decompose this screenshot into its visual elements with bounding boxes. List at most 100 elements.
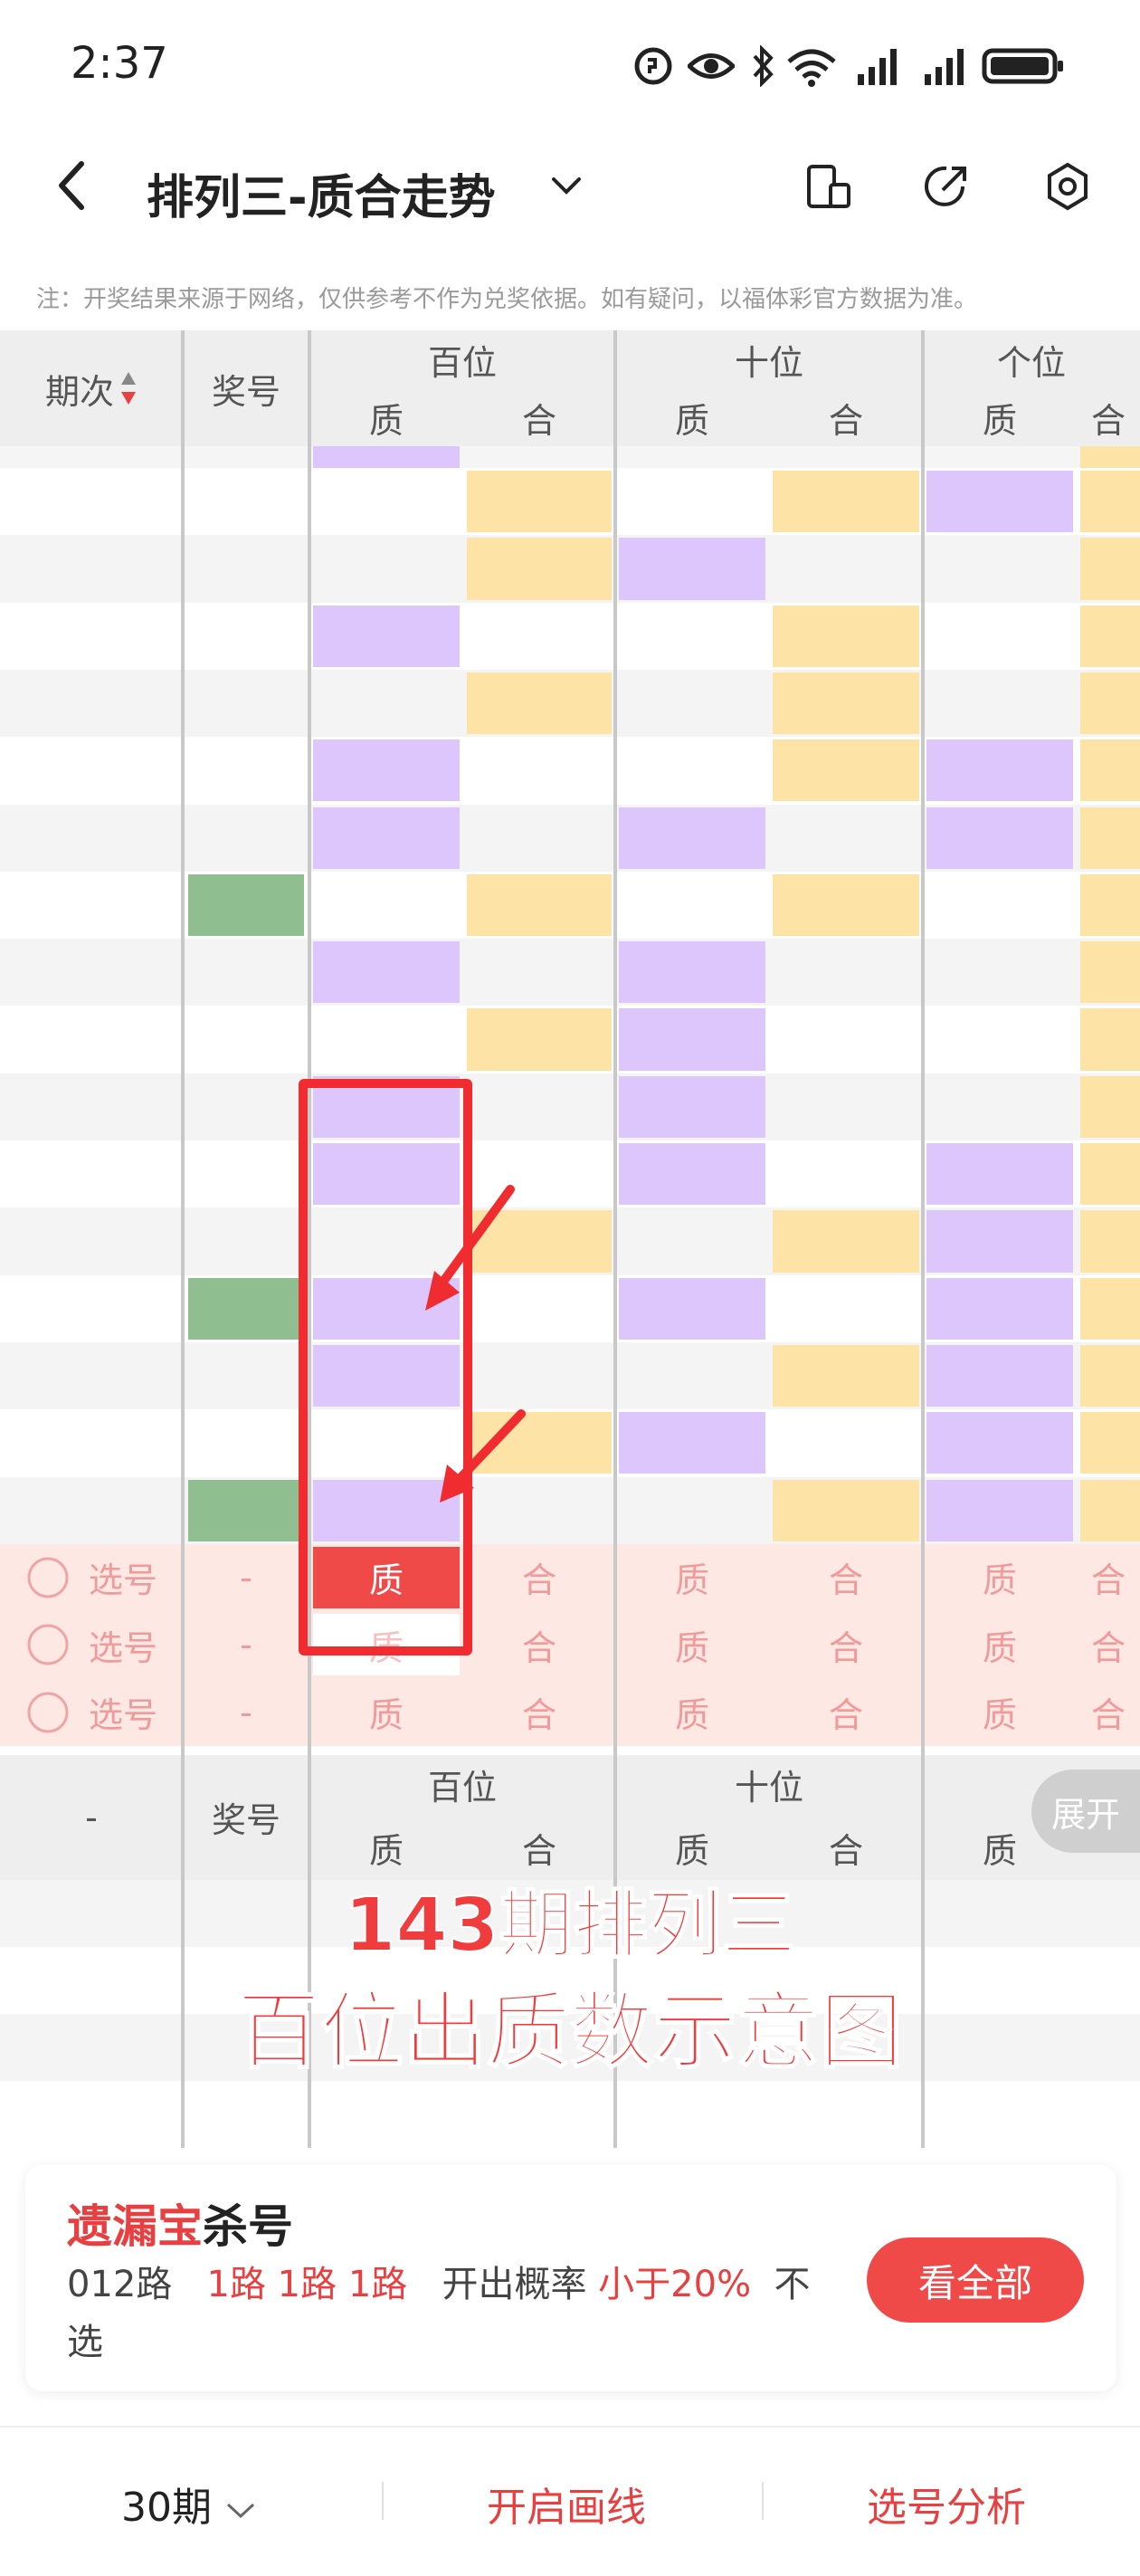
header-period[interactable]: 期次 <box>0 330 183 446</box>
promo-routes: 1路 1路 1路 <box>206 2264 408 2305</box>
pick-cell[interactable]: 质 <box>926 1547 1073 1608</box>
stats-label <box>0 2081 183 2148</box>
miss-count-cell <box>313 673 460 734</box>
prime-cell <box>313 446 460 468</box>
prime-cell <box>926 739 1073 802</box>
back-button[interactable] <box>54 158 90 213</box>
divider <box>382 2482 384 2520</box>
miss-count-cell <box>926 673 1073 734</box>
miss-count-cell <box>773 807 919 869</box>
wifi-icon <box>787 49 836 87</box>
miss-count-cell <box>619 1345 765 1407</box>
pick-cell[interactable]: 合 <box>773 1547 919 1608</box>
pick-cell[interactable]: 合 <box>1080 1681 1136 1742</box>
miss-count-cell <box>313 874 460 936</box>
view-all-button[interactable]: 看全部 <box>867 2237 1084 2323</box>
award-number <box>188 941 304 1003</box>
settings-icon[interactable] <box>1042 161 1093 212</box>
period-cell <box>0 670 183 737</box>
promo-prob: 小于20% <box>598 2264 752 2305</box>
period-selector[interactable]: 30期 <box>121 2475 257 2533</box>
pick-analysis-button[interactable]: 选号分析 <box>867 2475 1026 2533</box>
promo-title: 遗漏宝杀号 <box>67 2190 293 2256</box>
pick-cell[interactable]: 合 <box>467 1681 612 1742</box>
period-cell <box>0 1409 183 1476</box>
radio-circle-icon[interactable] <box>25 1690 71 1735</box>
prime-cell <box>619 1008 765 1071</box>
pick-cell[interactable]: 合 <box>773 1614 919 1675</box>
composite-cell <box>1080 672 1140 735</box>
sort-icon[interactable] <box>119 370 138 406</box>
pick-cell[interactable]: 质 <box>619 1614 765 1675</box>
prime-cell <box>926 1344 1073 1407</box>
prime-cell <box>619 941 765 1004</box>
draw-line-button[interactable]: 开启画线 <box>487 2475 646 2533</box>
pick-cell[interactable]: 质 <box>926 1614 1073 1675</box>
battery-icon <box>982 48 1063 84</box>
award-number <box>188 673 304 734</box>
composite-cell <box>467 1008 612 1071</box>
header-group: 个位 <box>996 342 1066 383</box>
period-cell <box>0 872 183 939</box>
pick-cell[interactable]: 质 <box>926 1681 1073 1742</box>
page-title[interactable]: 排列三-质合走势 <box>147 159 496 227</box>
pick-cell[interactable]: 合 <box>1080 1614 1136 1675</box>
miss-count-cell <box>1080 1210 1140 1273</box>
prime-cell <box>619 538 765 600</box>
award-number <box>188 1277 304 1340</box>
pick-cell[interactable]: 合 <box>1080 1547 1136 1608</box>
miss-count-cell <box>773 538 919 599</box>
miss-count-cell <box>619 739 765 801</box>
miss-count-cell <box>619 471 765 532</box>
stats-value <box>463 2081 615 2148</box>
period-cell <box>0 939 183 1006</box>
period-cell <box>0 737 183 804</box>
composite-cell <box>1080 873 1140 937</box>
pick-label: 选号 <box>88 1695 157 1736</box>
pick-cell[interactable]: 质 <box>619 1547 765 1608</box>
share-icon[interactable] <box>921 161 972 212</box>
miss-count-cell <box>619 874 765 936</box>
pick-selector[interactable]: 选号 <box>0 1678 183 1745</box>
stats-dash: - <box>85 1797 98 1837</box>
composite-cell <box>467 538 612 600</box>
miss-count-cell <box>619 1210 765 1272</box>
pick-cell[interactable]: 质 <box>619 1681 765 1742</box>
device-icon[interactable] <box>803 161 854 212</box>
award-number <box>188 1076 304 1138</box>
prime-cell <box>619 806 765 869</box>
award-number <box>188 538 304 599</box>
miss-count-cell <box>1080 1479 1140 1541</box>
table-row-partial <box>0 446 1140 468</box>
radio-circle-icon[interactable] <box>25 1555 71 1600</box>
pick-cell[interactable]: 合 <box>467 1614 612 1675</box>
miss-count-cell <box>467 941 612 1003</box>
miss-count-cell <box>1080 1412 1140 1474</box>
pick-cell[interactable]: 合 <box>773 1681 919 1742</box>
prime-cell <box>926 1210 1073 1273</box>
bottom-bar: 30期 开启画线 选号分析 <box>0 2426 1140 2576</box>
annotation-line-2: 百位出质数示意图 <box>236 1982 904 2081</box>
annotation-line-1: 143期排列三 <box>343 1882 796 1970</box>
miss-count-cell <box>313 1008 460 1070</box>
pick-selector[interactable]: 选号 <box>0 1544 183 1611</box>
stats-group: 十位 <box>734 1768 803 1808</box>
period-cell <box>0 805 183 872</box>
miss-count-cell <box>619 1480 765 1541</box>
header-sub: 合 <box>521 400 556 441</box>
radio-circle-icon[interactable] <box>25 1622 71 1667</box>
expand-button[interactable]: 展开 <box>1031 1770 1140 1853</box>
pick-cell[interactable]: 合 <box>467 1547 612 1608</box>
miss-count-cell <box>467 606 612 667</box>
period-cell <box>0 1207 183 1274</box>
composite-cell <box>1080 605 1140 667</box>
pick-cell[interactable]: 质 <box>313 1681 460 1742</box>
chevron-down-icon[interactable] <box>548 172 584 199</box>
miss-count-cell <box>467 739 612 801</box>
promo-title-black: 杀号 <box>203 2200 293 2253</box>
pick-selector[interactable]: 选号 <box>0 1611 183 1678</box>
prime-cell <box>926 1479 1073 1541</box>
promo-mid: 开出概率 <box>442 2264 587 2305</box>
disclaimer-text: 注：开奖结果来源于网络，仅供参考不作为兑奖依据。如有疑问，以福体彩官方数据为准。 <box>36 286 978 313</box>
composite-cell <box>773 739 919 802</box>
